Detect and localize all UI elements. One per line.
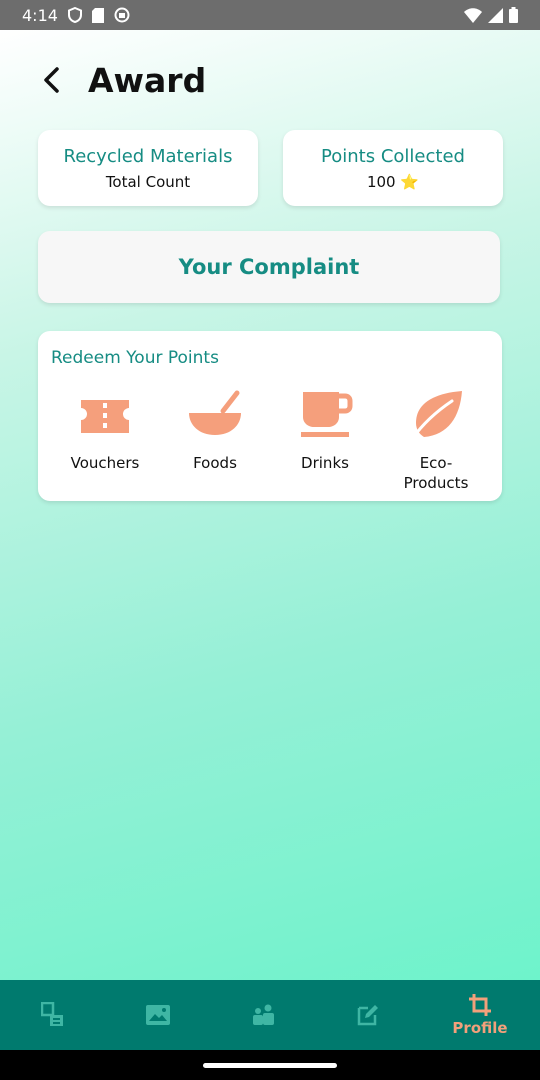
image-icon — [146, 1005, 170, 1025]
edit-icon — [357, 1005, 378, 1026]
redeem-label-drinks: Drinks — [301, 454, 349, 472]
nav-item-people[interactable] — [223, 980, 303, 1050]
sd-card-icon — [91, 7, 104, 23]
bottom-navigation: Profile — [0, 980, 540, 1050]
recycled-materials-value: Total Count — [105, 173, 191, 191]
points-collected-card: Points Collected 100 ⭐ — [283, 130, 503, 206]
your-complaint-label: Your Complaint — [178, 255, 360, 279]
your-complaint-button[interactable]: Your Complaint — [38, 231, 500, 303]
devices-icon — [41, 1002, 63, 1026]
wifi-icon — [464, 7, 482, 23]
home-gesture-handle[interactable] — [203, 1063, 337, 1068]
people-icon — [253, 1004, 274, 1025]
recycled-materials-title: Recycled Materials — [63, 146, 233, 167]
redeem-item-drinks[interactable]: Drinks — [280, 389, 370, 473]
battery-icon — [509, 7, 518, 23]
back-button[interactable] — [38, 65, 64, 95]
redeem-label-eco-products: Eco- Products — [403, 454, 469, 492]
nav-label-profile: Profile — [452, 1019, 508, 1037]
sync-icon — [114, 7, 130, 23]
award-screen: Award Recycled Materials Total Count Poi… — [0, 30, 540, 980]
redeem-title: Redeem Your Points — [51, 348, 219, 368]
nav-item-gallery[interactable] — [118, 980, 198, 1050]
redeem-label-foods: Foods — [193, 454, 237, 472]
system-gesture-bar — [0, 1050, 540, 1080]
status-bar: 4:14 — [0, 0, 540, 30]
ticket-icon — [81, 400, 129, 433]
header: Award — [38, 60, 206, 100]
nav-item-profile[interactable]: Profile — [440, 980, 520, 1050]
redeem-item-vouchers[interactable]: Vouchers — [60, 389, 150, 473]
bowl-icon — [189, 390, 241, 435]
points-collected-value: 100 ⭐ — [366, 173, 420, 191]
points-collected-title: Points Collected — [321, 146, 465, 167]
shield-icon — [67, 7, 82, 23]
redeem-item-eco-products[interactable]: Eco- Products — [390, 389, 482, 493]
crop-icon — [469, 994, 491, 1016]
redeem-item-foods[interactable]: Foods — [170, 389, 260, 473]
redeem-label-vouchers: Vouchers — [70, 454, 140, 472]
arrow-back-icon — [44, 67, 59, 93]
nav-item-devices[interactable] — [13, 980, 93, 1050]
leaf-icon — [410, 391, 462, 441]
recycled-materials-card: Recycled Materials Total Count — [38, 130, 258, 206]
redeem-points-card: Redeem Your Points Vouchers Foods Drinks… — [38, 331, 502, 501]
signal-icon — [488, 7, 503, 23]
cup-icon — [301, 392, 353, 437]
page-title: Award — [88, 60, 207, 100]
nav-item-edit[interactable] — [328, 980, 408, 1050]
status-time: 4:14 — [22, 5, 58, 25]
